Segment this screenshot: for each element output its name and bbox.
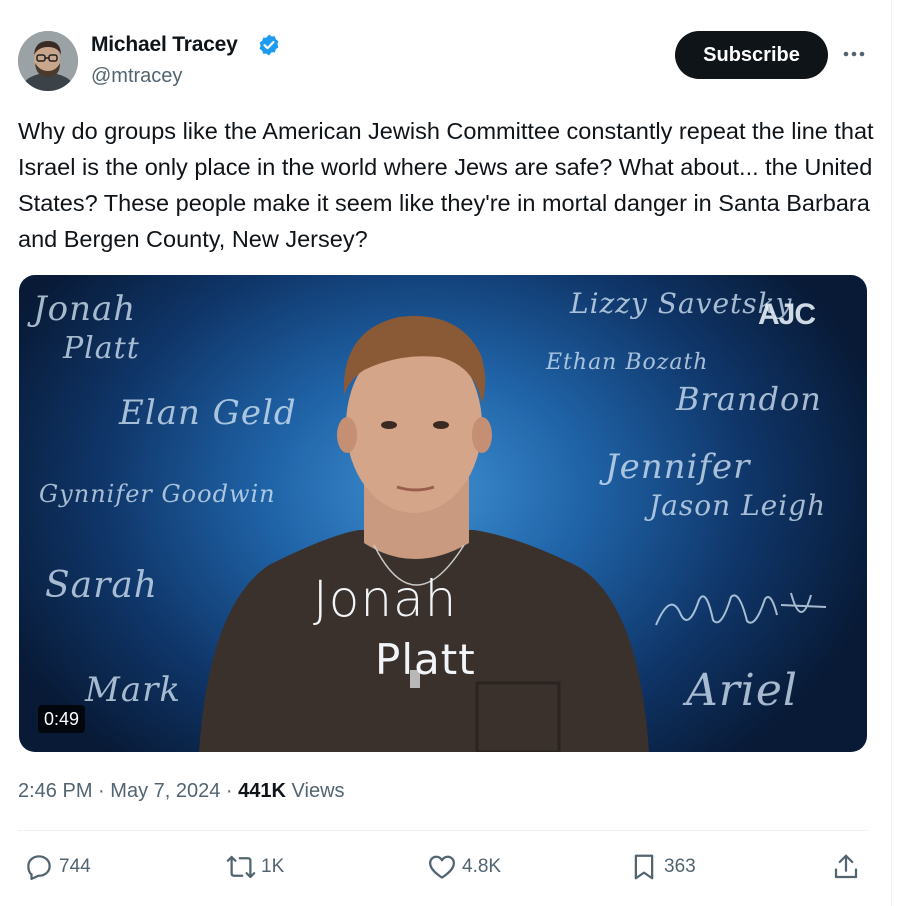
reply-icon <box>27 855 51 880</box>
like-count: 4.8K <box>462 856 502 877</box>
signature-gynnifer: Gynnifer Goodwin <box>39 480 276 508</box>
tweet-time[interactable]: 2:46 PM <box>18 780 92 802</box>
repost-count: 1K <box>261 856 285 877</box>
signature-scribble <box>655 592 827 626</box>
video-player[interactable]: Jonah Platt Elan Geld Gynnifer Goodwin S… <box>19 275 867 752</box>
signature-sarah: Sarah <box>45 565 158 606</box>
signature-jennifer: Jennifer <box>605 447 751 487</box>
share-button[interactable] <box>831 850 861 884</box>
tweet-date[interactable]: May 7, 2024 <box>110 780 220 802</box>
avatar-image <box>18 31 78 91</box>
signature-jonah: Jonah <box>33 289 137 329</box>
divider <box>18 830 868 831</box>
signature-brandon: Brandon <box>676 380 822 418</box>
reply-button[interactable]: 744 <box>24 850 91 884</box>
repost-icon <box>226 855 256 879</box>
tweet-text: Why do groups like the American Jewish C… <box>18 118 874 252</box>
signature-mark: Mark <box>85 670 181 710</box>
like-button[interactable]: 4.8K <box>427 850 501 884</box>
signature-jason: Jason Leigh <box>649 489 827 522</box>
more-options-button[interactable] <box>838 40 870 68</box>
heart-icon <box>429 855 455 879</box>
views-count: 441K <box>238 780 286 802</box>
tweet: Michael Tracey @mtracey Subscribe Why do… <box>0 0 899 906</box>
views-label: Views <box>291 780 345 802</box>
signature-ethan: Ethan Bozath <box>546 350 709 375</box>
signature-elan: Elan Geld <box>119 393 297 433</box>
verified-badge-icon[interactable] <box>257 33 281 57</box>
share-icon <box>834 854 858 879</box>
bookmark-count: 363 <box>664 856 696 877</box>
subscribe-button[interactable]: Subscribe <box>675 31 828 79</box>
overlay-name-first: Jonah <box>313 570 458 628</box>
avatar[interactable] <box>18 31 78 91</box>
overlay-name-last: Platt <box>375 635 476 684</box>
repost-button[interactable]: 1K <box>226 850 284 884</box>
tweet-meta: 2:46 PM · May 7, 2024 · 441K Views <box>18 780 345 803</box>
ellipsis-icon <box>843 51 865 57</box>
ajc-logo: AJC <box>758 298 816 331</box>
author-handle[interactable]: @mtracey <box>91 65 182 88</box>
video-duration-badge: 0:49 <box>38 705 86 733</box>
signature-platt: Platt <box>63 331 140 366</box>
author-name[interactable]: Michael Tracey <box>91 33 238 57</box>
reply-count: 744 <box>59 856 91 877</box>
meta-separator: · <box>225 780 233 802</box>
bookmark-icon <box>634 854 654 880</box>
signature-ariel: Ariel <box>686 665 798 716</box>
bookmark-button[interactable]: 363 <box>629 850 696 884</box>
meta-separator: · <box>98 780 105 802</box>
timeline-border <box>891 0 892 906</box>
